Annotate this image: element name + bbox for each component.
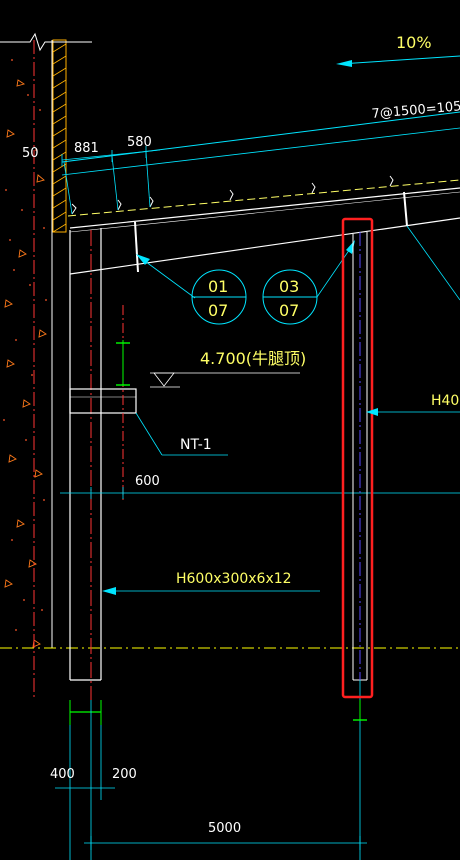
roof-dimensions: 881 580 50 7@1500=1050 bbox=[22, 98, 460, 166]
purlin-spacing: 7@1500=1050 bbox=[371, 98, 460, 122]
selection-highlight[interactable] bbox=[341, 217, 374, 699]
cad-drawing-canvas: 881 580 50 7@1500=1050 10% 4.700(牛腿顶) NT… bbox=[0, 32, 460, 860]
slope-label: 10% bbox=[396, 33, 432, 52]
dim-881: 881 bbox=[74, 141, 99, 156]
corbel-tag-label: NT-1 bbox=[180, 437, 212, 453]
dim-580: 580 bbox=[127, 135, 152, 150]
detail-a-top: 01 bbox=[208, 277, 228, 296]
roof-structure bbox=[61, 111, 460, 275]
right-section: H40 bbox=[366, 393, 460, 416]
dim-400: 400 bbox=[50, 767, 75, 782]
corbel-elevation-label: 4.700(牛腿顶) bbox=[200, 349, 306, 368]
retaining-wall bbox=[0, 32, 92, 700]
corbel-elevation: 4.700(牛腿顶) bbox=[116, 340, 306, 388]
left-column bbox=[69, 228, 137, 700]
column-section-label: H600x300x6x12 bbox=[176, 571, 292, 587]
dim-600-group: 600 bbox=[60, 474, 460, 499]
dim-200: 200 bbox=[112, 767, 137, 782]
slope-indicator: 10% bbox=[336, 33, 460, 67]
dim-600: 600 bbox=[135, 474, 160, 489]
detail-a-bottom: 07 bbox=[208, 301, 228, 320]
dim-50: 50 bbox=[22, 146, 39, 161]
detail-b-bottom: 07 bbox=[279, 301, 299, 320]
detail-b-top: 03 bbox=[279, 277, 299, 296]
detail-callout-a: 01 07 bbox=[136, 254, 247, 325]
detail-callout-b: 03 07 bbox=[262, 240, 355, 325]
corbel-tag: NT-1 bbox=[135, 412, 228, 456]
base-dimensions: 400 200 5000 bbox=[50, 700, 367, 860]
right-column bbox=[352, 232, 368, 860]
dim-5000: 5000 bbox=[208, 821, 241, 836]
right-section-label: H40 bbox=[431, 393, 459, 409]
column-section: H600x300x6x12 bbox=[102, 571, 320, 595]
